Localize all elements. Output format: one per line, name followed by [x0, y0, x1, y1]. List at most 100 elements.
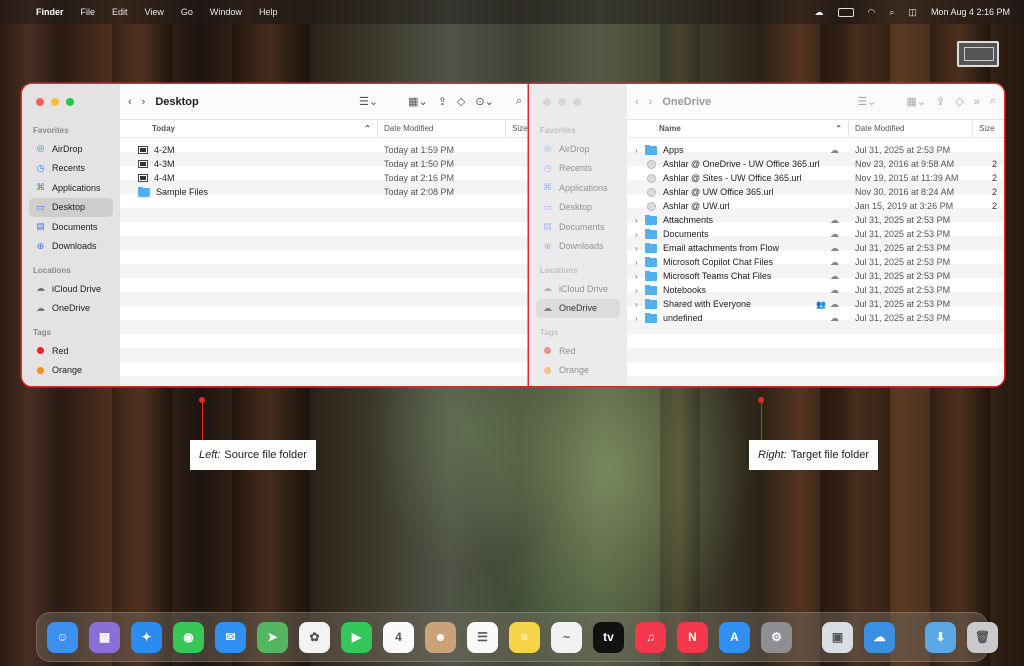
back-icon[interactable]: ‹ [128, 96, 132, 108]
sidebar-tag-red[interactable]: Red [29, 341, 113, 361]
cloud-download-icon[interactable]: ☁ [830, 271, 839, 282]
file-row[interactable]: › Apps ☁ Jul 31, 2025 at 2:53 PM [627, 143, 1004, 157]
downloads-folder-icon[interactable]: ⬇ [925, 621, 956, 653]
more-actions-icon[interactable]: ⊙⌄ [475, 95, 493, 108]
battery-icon[interactable] [837, 7, 854, 17]
onedrive-icon[interactable]: ☁ [864, 621, 895, 653]
search-icon[interactable]: ⌕ [990, 95, 996, 108]
system-settings-icon[interactable]: ⚙ [761, 621, 792, 653]
wifi-icon[interactable]: ◠ [868, 7, 876, 18]
sidebar-item-applications[interactable]: ⌘ Applications [536, 178, 620, 198]
apple-menu-icon[interactable] [14, 6, 26, 18]
menu-window[interactable]: Window [210, 7, 242, 17]
reminders-icon[interactable]: ☰ [467, 621, 498, 653]
facetime-icon[interactable]: ▶ [341, 621, 372, 653]
finder-icon[interactable]: ☺ [47, 621, 78, 653]
cloud-download-icon[interactable]: ☁ [830, 313, 839, 324]
apple-tv-icon[interactable]: tv [593, 621, 624, 653]
file-row[interactable]: › Notebooks ☁ Jul 31, 2025 at 2:53 PM [627, 283, 1004, 297]
safari-icon[interactable]: ✦ [131, 621, 162, 653]
file-row[interactable]: Ashlar @ OneDrive - UW Office 365.url Nov… [627, 157, 1004, 171]
disclosure-chevron-icon[interactable]: › [635, 314, 645, 323]
sidebar-item-downloads[interactable]: ⊕ Downloads [536, 237, 620, 257]
sidebar-item-desktop[interactable]: ▭ Desktop [536, 198, 620, 218]
list-view-icon[interactable]: ☰⌄ [857, 95, 876, 108]
disclosure-chevron-icon[interactable]: › [635, 300, 645, 309]
cloud-download-icon[interactable]: ☁ [830, 299, 839, 310]
share-icon[interactable]: ⇪ [936, 95, 945, 108]
share-icon[interactable]: ⇪ [438, 95, 447, 108]
column-size[interactable]: Size [506, 120, 528, 137]
column-date-modified[interactable]: Date Modified [849, 120, 973, 137]
music-icon[interactable]: ♫ [635, 621, 666, 653]
file-row[interactable]: 4-2M Today at 1:59 PM [120, 143, 530, 157]
app-store-icon[interactable]: A [719, 621, 750, 653]
forward-icon[interactable]: › [649, 96, 653, 108]
sidebar-item-documents[interactable]: ▤ Documents [29, 217, 113, 237]
sidebar-item-icloud-drive[interactable]: ☁ iCloud Drive [29, 279, 113, 299]
sidebar-item-onedrive[interactable]: ☁ OneDrive [536, 298, 620, 318]
news-icon[interactable]: N [677, 621, 708, 653]
mail-icon[interactable]: ✉ [215, 621, 246, 653]
cloud-download-icon[interactable]: ☁ [830, 257, 839, 268]
spotlight-search-icon[interactable]: ⌕ [889, 7, 894, 18]
file-row[interactable]: › undefined ☁ Jul 31, 2025 at 2:53 PM [627, 311, 1004, 325]
sidebar-item-downloads[interactable]: ⊕ Downloads [29, 237, 113, 257]
file-row[interactable]: › Documents ☁ Jul 31, 2025 at 2:53 PM [627, 227, 1004, 241]
disclosure-chevron-icon[interactable]: › [635, 244, 645, 253]
file-row[interactable]: › Microsoft Copilot Chat Files ☁ Jul 31, 20… [627, 255, 1004, 269]
column-date-modified[interactable]: Date Modified [378, 120, 506, 137]
group-icon[interactable]: ▦⌄ [906, 95, 926, 108]
forward-icon[interactable]: › [142, 96, 146, 108]
cloud-download-icon[interactable]: ☁ [830, 285, 839, 296]
sidebar-item-documents[interactable]: ▤ Documents [536, 217, 620, 237]
sidebar-item-airdrop[interactable]: ◎ AirDrop [29, 139, 113, 159]
cloud-download-icon[interactable]: ☁ [830, 145, 839, 156]
file-row[interactable]: 4-4M Today at 2:16 PM [120, 171, 530, 185]
messages-icon[interactable]: ◉ [173, 621, 204, 653]
file-row[interactable]: 4-3M Today at 1:50 PM [120, 157, 530, 171]
disclosure-chevron-icon[interactable]: › [635, 230, 645, 239]
sidebar-item-airdrop[interactable]: ◎ AirDrop [536, 139, 620, 159]
disclosure-chevron-icon[interactable]: › [635, 258, 645, 267]
list-view-icon[interactable]: ☰⌄ [359, 95, 378, 108]
minimize-button[interactable] [558, 98, 566, 106]
group-icon[interactable]: ▦⌄ [408, 95, 428, 108]
tag-icon[interactable]: ◇ [457, 95, 465, 108]
cloud-download-icon[interactable]: ☁ [830, 229, 839, 240]
trash-icon[interactable]: 🗑 [967, 621, 998, 653]
file-row[interactable]: Ashlar @ UW Office 365.url Nov 30, 2016 a… [627, 185, 1004, 199]
sidebar-item-onedrive[interactable]: ☁ OneDrive [29, 299, 113, 319]
sidebar-item-desktop[interactable]: ▭ Desktop [29, 197, 113, 217]
zoom-button[interactable] [573, 98, 581, 106]
column-today[interactable]: Today ⌃ [120, 120, 378, 137]
sidebar-item-recents[interactable]: ◷ Recents [536, 159, 620, 179]
menu-view[interactable]: View [145, 7, 164, 17]
file-row[interactable]: › Microsoft Teams Chat Files ☁ Jul 31, 2025… [627, 269, 1004, 283]
disclosure-chevron-icon[interactable]: › [635, 216, 645, 225]
file-row[interactable]: › Attachments ☁ Jul 31, 2025 at 2:53 PM [627, 213, 1004, 227]
tag-icon[interactable]: ◇ [955, 95, 963, 108]
sidebar-tag-yellow[interactable]: Yellow [536, 380, 620, 386]
sidebar-tag-orange[interactable]: Orange [536, 361, 620, 381]
calendar-icon[interactable]: 4 [383, 621, 414, 653]
sidebar-item-recents[interactable]: ◷ Recents [29, 159, 113, 179]
freeform-icon[interactable]: ~ [551, 621, 582, 653]
file-row[interactable]: › Email attachments from Flow ☁ Jul 31, 202… [627, 241, 1004, 255]
maps-icon[interactable]: ➤ [257, 621, 288, 653]
menu-app-finder[interactable]: Finder [36, 7, 64, 17]
control-center-icon[interactable]: ◫ [908, 7, 917, 18]
notes-icon[interactable]: ≡ [509, 621, 540, 653]
file-row[interactable]: Ashlar @ Sites - UW Office 365.url Nov 19… [627, 171, 1004, 185]
more-toolbar-icon[interactable]: » [974, 96, 980, 108]
search-icon[interactable]: ⌕ [516, 95, 522, 108]
cloud-download-icon[interactable]: ☁ [830, 215, 839, 226]
file-row[interactable]: Sample Files Today at 2:08 PM [120, 185, 530, 199]
close-button[interactable] [36, 98, 44, 106]
disclosure-chevron-icon[interactable]: › [635, 146, 645, 155]
sidebar-item-icloud-drive[interactable]: ☁ iCloud Drive [536, 279, 620, 299]
disclosure-chevron-icon[interactable]: › [635, 272, 645, 281]
back-icon[interactable]: ‹ [635, 96, 639, 108]
menu-edit[interactable]: Edit [112, 7, 128, 17]
menu-file[interactable]: File [81, 7, 96, 17]
